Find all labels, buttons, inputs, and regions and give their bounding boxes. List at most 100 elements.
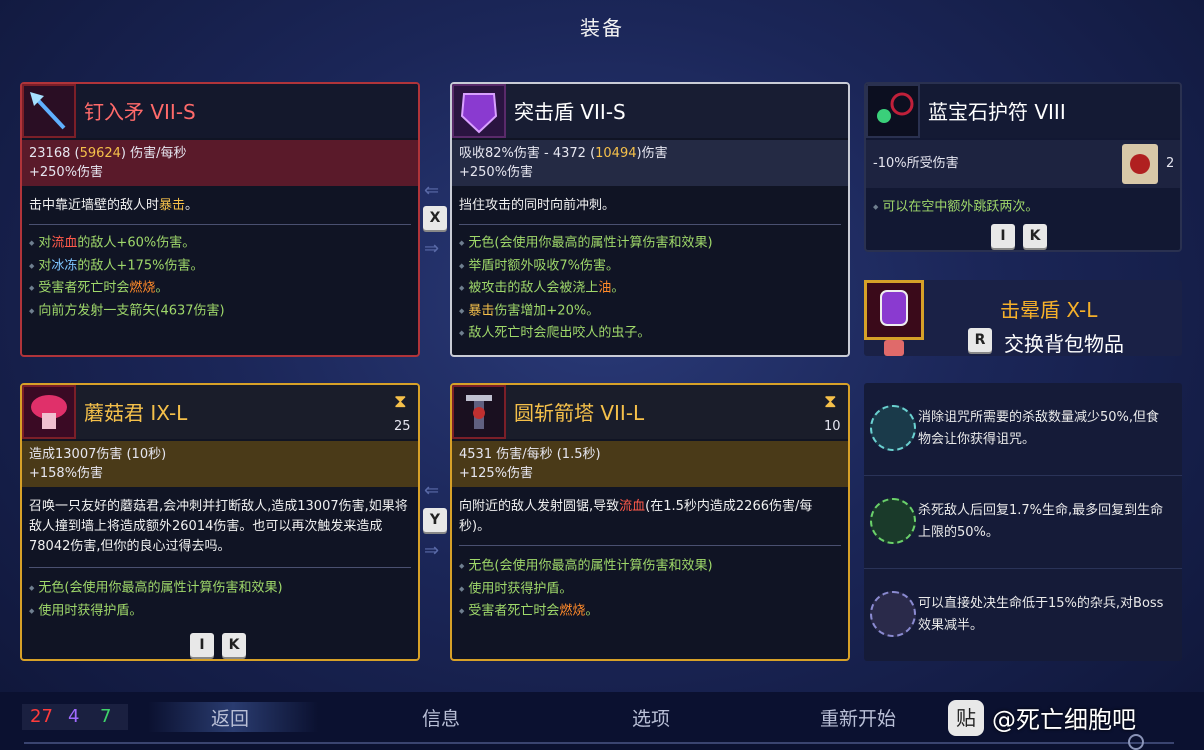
affix-text: 受害者死亡时会 <box>38 280 130 296</box>
affix-item: 举盾时额外吸收7%伤害。 <box>459 255 841 278</box>
affix-item: 向前方发射一支箭矢(4637伤害) <box>29 300 411 323</box>
skull-mutation-icon <box>870 405 916 451</box>
key-r[interactable]: R <box>968 328 992 352</box>
affix-text: 对 <box>38 235 52 251</box>
info-button[interactable]: 信息 <box>422 704 460 731</box>
amulet-name: 蓝宝石护符 VIII <box>928 100 1066 124</box>
bottom-bar: 27 4 7 返回 信息 选项 重新开始 贴 @死亡细胞吧 <box>0 692 1204 750</box>
hourglass-icon: ⧗ <box>394 391 407 412</box>
skill-card-mushroom[interactable]: 蘑菇君 IX-L ⧗ 25 造成13007伤害 (10秒) +158%伤害 召唤… <box>20 383 420 661</box>
bottom-divider <box>24 742 1174 744</box>
skill-name: 圆斩箭塔 VII-L <box>514 401 645 425</box>
mushroom-icon <box>22 385 76 439</box>
affix-list: 无色(会使用你最高的属性计算伤害和效果) 使用时获得护盾。 <box>29 577 411 622</box>
damage-bonus: +125%伤害 <box>459 466 534 481</box>
affix-item: 使用时获得护盾。 <box>29 600 411 623</box>
swap-arrow-left-icon: ⇐ <box>424 180 440 201</box>
affix-text: 。 <box>611 280 625 296</box>
bleed-keyword: 流血 <box>619 499 646 514</box>
affix-list: 对流血的敌人+60%伤害。 对冰冻的敌人+175%伤害。 受害者死亡时会燃烧。 … <box>29 232 411 322</box>
affix-item: 受害者死亡时会燃烧。 <box>459 600 841 623</box>
damage-bonus: +250%伤害 <box>459 165 534 180</box>
affix-list: 无色(会使用你最高的属性计算伤害和效果) 举盾时额外吸收7%伤害。 被攻击的敌人… <box>459 232 841 345</box>
options-button[interactable]: 选项 <box>632 704 670 731</box>
weapon-card-spear[interactable]: 钉入矛 VII-S 23168 (59624) 伤害/每秒 +250%伤害 击中… <box>20 82 420 357</box>
turret-icon <box>452 385 506 439</box>
affix-item: 无色(会使用你最高的属性计算伤害和效果) <box>459 555 841 578</box>
weapon-description: 挡住攻击的同时向前冲刺。 <box>459 198 616 213</box>
key-i[interactable]: I <box>991 224 1015 248</box>
bleed-keyword: 流血 <box>51 235 78 251</box>
desc-text-end: 。 <box>185 198 199 213</box>
divider <box>459 224 841 225</box>
dps-value: 4531 伤害/每秒 (1.5秒) <box>459 447 601 462</box>
weapon-stats: 23168 (59624) 伤害/每秒 +250%伤害 <box>22 140 418 186</box>
tactics-stat: 4 <box>68 706 80 727</box>
key-y[interactable]: Y <box>423 508 447 532</box>
desc-text: 向附近的敌人发射圆锯,导致 <box>459 499 620 514</box>
swap-backpack-label[interactable]: 交换背包物品 <box>1004 328 1124 357</box>
dps-value: 23168 ( <box>29 146 80 161</box>
affix-text: 对 <box>38 258 52 273</box>
affix-item: 无色(会使用你最高的属性计算伤害和效果) <box>29 577 411 600</box>
skill-stats: 4531 伤害/每秒 (1.5秒) +125%伤害 <box>452 441 848 487</box>
freeze-keyword: 冰冻 <box>51 258 78 273</box>
affix-list: 无色(会使用你最高的属性计算伤害和效果) 使用时获得护盾。 受害者死亡时会燃烧。 <box>459 555 841 623</box>
scroll-icon <box>1122 144 1158 184</box>
brutality-stat: 27 <box>30 706 53 727</box>
weapon-card-shield[interactable]: 突击盾 VII-S 吸收82%伤害 - 4372 (10494)伤害 +250%… <box>450 82 850 357</box>
divider <box>459 545 841 546</box>
divider <box>29 567 411 568</box>
restart-button[interactable]: 重新开始 <box>820 704 896 731</box>
key-k[interactable]: K <box>222 633 246 657</box>
backpack-slot[interactable]: 击晕盾 X-L R 交换背包物品 <box>864 280 1182 356</box>
skill-card-turret[interactable]: 圆斩箭塔 VII-L ⧗ 10 4531 伤害/每秒 (1.5秒) +125%伤… <box>450 383 850 661</box>
axe-mutation-icon <box>870 591 916 637</box>
burn-keyword: 燃烧 <box>129 280 156 296</box>
affix-text: 受害者死亡时会 <box>468 603 560 619</box>
mutation-panel: 消除诅咒所需要的杀敌数量减少50%,但食物会让你获得诅咒。 杀死敌人后回复1.7… <box>864 383 1182 661</box>
crit-keyword: 暴击 <box>468 303 495 318</box>
mutation-item[interactable]: 可以直接处决生命低于15%的杂兵,对Boss效果减半。 <box>864 569 1182 661</box>
progress-knob-icon <box>1128 734 1144 750</box>
affix-item: 暴击伤害增加+20%。 <box>459 300 841 323</box>
swap-arrow-right-icon: ⇒ <box>424 540 440 561</box>
weapon-description: 击中靠近墙壁的敌人时暴击。 <box>29 196 411 216</box>
affix-text: 。 <box>585 603 599 619</box>
back-button[interactable]: 返回 <box>211 704 249 731</box>
card-header: 蓝宝石护符 VIII <box>866 84 1180 138</box>
key-k[interactable]: K <box>1023 224 1047 248</box>
swap-arrow-right-icon: ⇒ <box>424 238 440 259</box>
damage-unit: )伤害 <box>636 146 668 161</box>
affix-list: 可以在空中额外跳跃两次。 <box>873 196 1173 219</box>
affix-item: 受害者死亡时会燃烧。 <box>29 277 411 300</box>
fangs-mutation-icon <box>870 498 916 544</box>
stat-scrolls: 27 4 7 <box>22 704 128 730</box>
skill-description: 召唤一只友好的蘑菇君,会冲刺并打断敌人,造成13007伤害,如果将敌人撞到墙上将… <box>29 499 408 554</box>
affix-item: 敌人死亡时会爬出咬人的虫子。 <box>459 322 841 345</box>
backpack-small-icon <box>884 340 904 356</box>
key-x[interactable]: X <box>423 206 447 230</box>
mutation-item[interactable]: 杀死敌人后回复1.7%生命,最多回复到生命上限的50%。 <box>864 476 1182 569</box>
block-value: 吸收82%伤害 - 4372 ( <box>459 146 596 161</box>
key-i[interactable]: I <box>190 633 214 657</box>
affix-item: 对流血的敌人+60%伤害。 <box>29 232 411 255</box>
tieba-logo-icon: 贴 <box>948 700 984 736</box>
damage-bonus: +250%伤害 <box>29 165 104 180</box>
card-header: 钉入矛 VII-S <box>22 84 418 138</box>
burn-keyword: 燃烧 <box>559 603 586 619</box>
survival-stat: 7 <box>100 706 112 727</box>
page-title: 装备 <box>580 16 624 40</box>
affix-text: 的敌人+175%伤害。 <box>77 258 204 273</box>
spear-icon <box>22 84 76 138</box>
crit-keyword: 暴击 <box>159 198 186 213</box>
card-header: 蘑菇君 IX-L ⧗ 25 <box>22 385 418 439</box>
amulet-icon <box>866 84 920 138</box>
damage-bonus: +158%伤害 <box>29 466 104 481</box>
amulet-card[interactable]: 蓝宝石护符 VIII -10%所受伤害 2 可以在空中额外跳跃两次。 I K <box>864 82 1182 252</box>
mutation-item[interactable]: 消除诅咒所需要的杀敌数量减少50%,但食物会让你获得诅咒。 <box>864 383 1182 476</box>
card-header: 圆斩箭塔 VII-L ⧗ 10 <box>452 385 848 439</box>
desc-text: 击中靠近墙壁的敌人时 <box>29 198 160 213</box>
backpack-item-name: 击晕盾 X-L <box>1000 298 1098 322</box>
affix-item: 无色(会使用你最高的属性计算伤害和效果) <box>459 232 841 255</box>
